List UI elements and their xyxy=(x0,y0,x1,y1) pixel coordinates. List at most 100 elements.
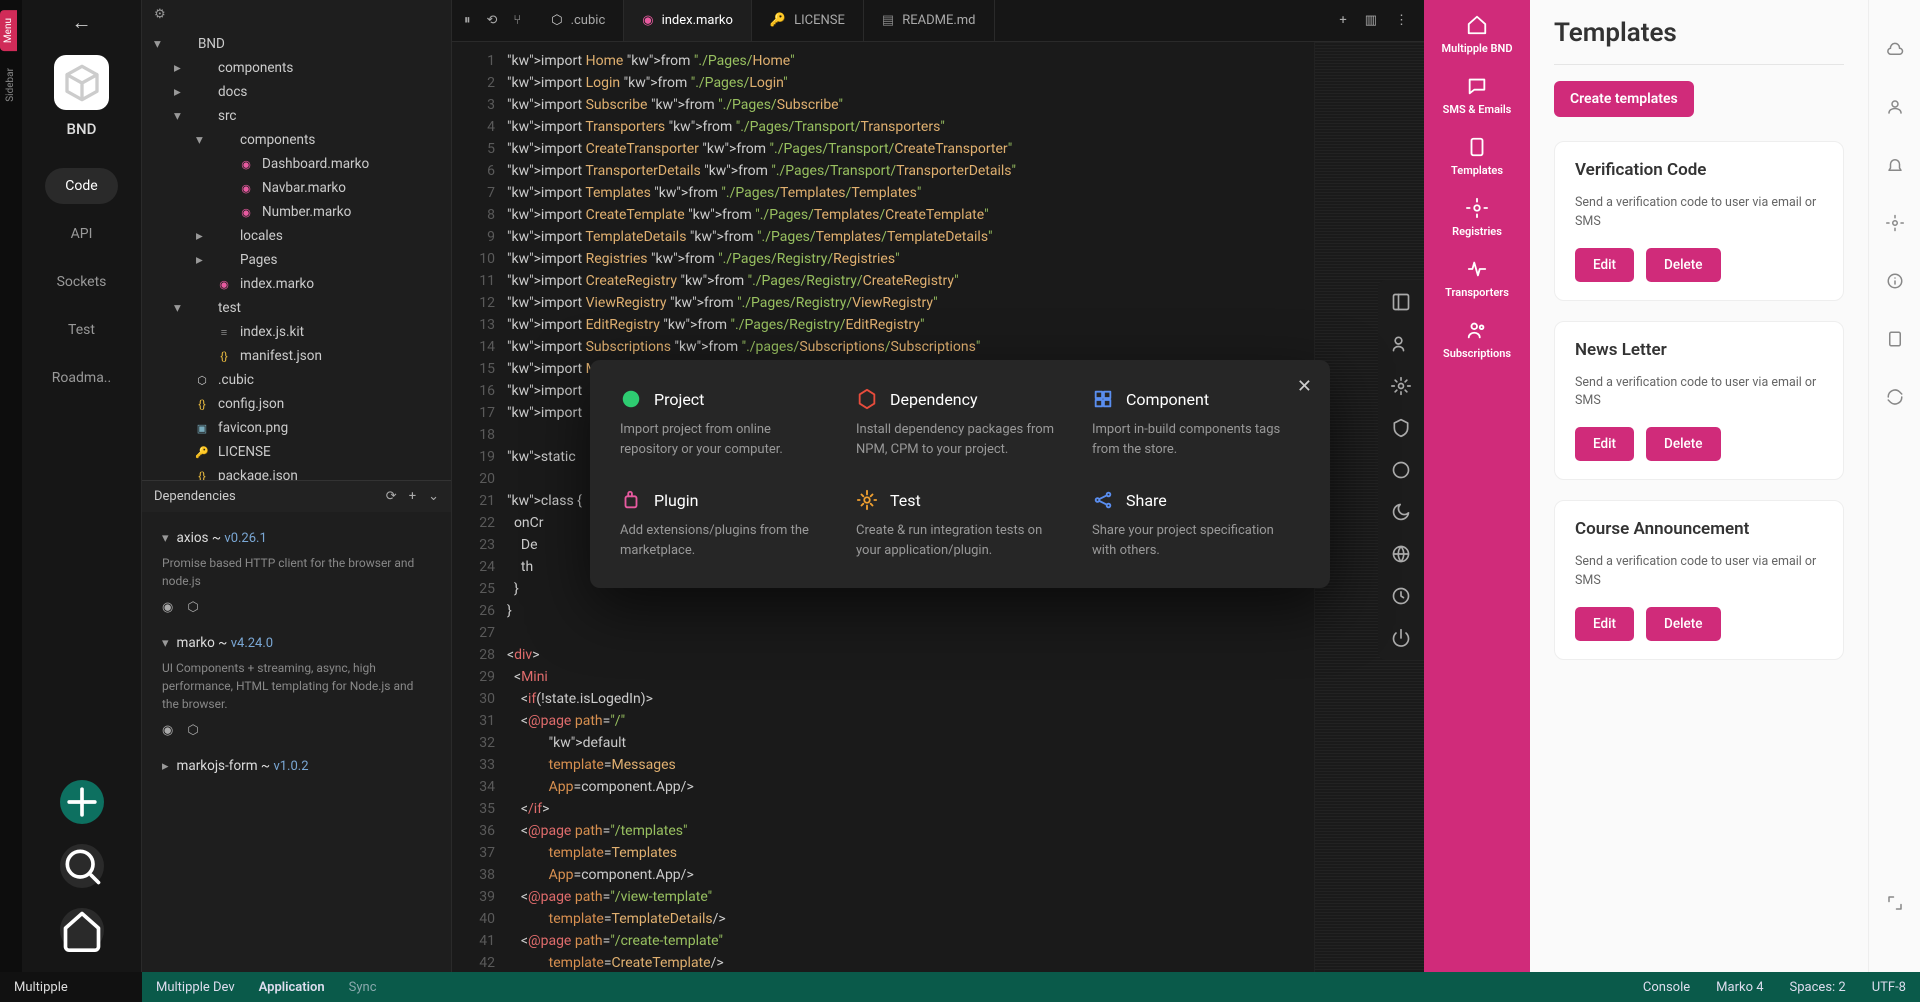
tree-item[interactable]: {}config.json xyxy=(142,392,451,416)
tab-README.md[interactable]: ▤README.md xyxy=(864,0,995,41)
home-fab[interactable] xyxy=(60,908,104,952)
delete-button[interactable]: Delete xyxy=(1646,607,1720,641)
branch-icon[interactable]: ⑂ xyxy=(513,13,521,28)
delete-button[interactable]: Delete xyxy=(1646,248,1720,282)
status-item[interactable]: Sync xyxy=(349,980,377,995)
panel-icon[interactable] xyxy=(1391,292,1411,312)
popup-dependency[interactable]: DependencyInstall dependency packages fr… xyxy=(856,388,1064,459)
package-icon[interactable]: ⬡ xyxy=(187,723,198,738)
info-icon[interactable] xyxy=(1886,272,1904,290)
popup-project[interactable]: PProjectImport project from online repos… xyxy=(620,388,828,459)
tree-item[interactable]: 🔑LICENSE xyxy=(142,440,451,464)
popup-component[interactable]: ComponentImport in-build components tags… xyxy=(1092,388,1300,459)
more-icon[interactable]: ⋮ xyxy=(1395,13,1408,28)
tree-item[interactable]: ◉index.marko xyxy=(142,272,451,296)
dependency-item[interactable]: ▾axios ~ v0.26.1Promise based HTTP clien… xyxy=(142,520,451,625)
doc-icon[interactable] xyxy=(1886,330,1904,348)
add-fab[interactable] xyxy=(60,780,104,824)
nav-test[interactable]: Test xyxy=(48,312,115,348)
tab-index.marko[interactable]: ◉index.marko xyxy=(624,0,752,41)
popup-share[interactable]: ShareShare your project specification wi… xyxy=(1092,489,1300,560)
appnav-registries[interactable]: Registries xyxy=(1452,197,1502,238)
popup-plugin[interactable]: PluginAdd extensions/plugins from the ma… xyxy=(620,489,828,560)
tree-item[interactable]: ▸Pages xyxy=(142,248,451,272)
back-button[interactable]: ← xyxy=(72,10,92,35)
menu-tab[interactable]: Menu xyxy=(0,10,17,51)
edit-button[interactable]: Edit xyxy=(1575,607,1634,641)
edit-button[interactable]: Edit xyxy=(1575,248,1634,282)
card-title: News Letter xyxy=(1575,340,1823,360)
status-project[interactable]: Multipple xyxy=(0,972,142,1002)
plus-icon[interactable]: + xyxy=(409,489,416,504)
appnav-sms-emails[interactable]: SMS & Emails xyxy=(1443,75,1512,116)
popup-test[interactable]: TestCreate & run integration tests on yo… xyxy=(856,489,1064,560)
expand-icon[interactable] xyxy=(1886,894,1904,912)
appnav-templates[interactable]: Templates xyxy=(1451,136,1503,177)
nav-api[interactable]: API xyxy=(51,216,113,252)
create-templates-button[interactable]: Create templates xyxy=(1554,81,1694,117)
sidebar-tab[interactable]: Sidebar xyxy=(2,60,19,110)
delete-button[interactable]: Delete xyxy=(1646,427,1720,461)
nav-roadmap[interactable]: Roadma.. xyxy=(32,360,131,396)
tree-item[interactable]: ▸docs xyxy=(142,80,451,104)
nav-code[interactable]: Code xyxy=(45,168,117,204)
appnav-multipple-bnd[interactable]: Multipple BND xyxy=(1442,14,1513,55)
close-icon[interactable]: ✕ xyxy=(1297,376,1312,397)
people-icon[interactable] xyxy=(1391,334,1411,354)
restart-icon[interactable]: ⟲ xyxy=(487,13,498,28)
shield-icon[interactable] xyxy=(1391,418,1411,438)
tree-item[interactable]: {}package.json xyxy=(142,464,451,480)
dependency-item[interactable]: ▸markojs-form ~ v1.0.2 xyxy=(142,748,451,784)
dependencies-header[interactable]: Dependencies ⟳ + ⌄ xyxy=(142,480,451,512)
package-icon[interactable]: ⬡ xyxy=(187,600,198,615)
split-icon[interactable]: ▥ xyxy=(1365,13,1377,28)
status-item[interactable]: Console xyxy=(1643,980,1690,995)
pause-icon[interactable]: ⏸ xyxy=(464,13,471,28)
tree-item[interactable]: ▸locales xyxy=(142,224,451,248)
history-icon[interactable] xyxy=(1391,586,1411,606)
status-item[interactable]: Multipple Dev xyxy=(156,980,235,995)
search-fab[interactable] xyxy=(60,844,104,888)
github-icon[interactable]: ◉ xyxy=(162,723,173,738)
tree-item[interactable]: ◉Number.marko xyxy=(142,200,451,224)
tree-item[interactable]: ◉Navbar.marko xyxy=(142,176,451,200)
tree-item[interactable]: ⬡.cubic xyxy=(142,368,451,392)
nav-sockets[interactable]: Sockets xyxy=(37,264,127,300)
tree-item[interactable]: ▾components xyxy=(142,128,451,152)
tree-item[interactable]: ▸components xyxy=(142,56,451,80)
dependency-item[interactable]: ▾marko ~ v4.24.0UI Components + streamin… xyxy=(142,625,451,748)
tree-item[interactable]: {}manifest.json xyxy=(142,344,451,368)
power-icon[interactable] xyxy=(1391,628,1411,648)
edit-button[interactable]: Edit xyxy=(1575,427,1634,461)
tree-item[interactable]: ▾src xyxy=(142,104,451,128)
tree-item[interactable]: ≡index.js.kit xyxy=(142,320,451,344)
user-icon[interactable] xyxy=(1886,98,1904,116)
globe-icon[interactable] xyxy=(1391,544,1411,564)
moon-icon[interactable] xyxy=(1391,502,1411,522)
settings-icon[interactable] xyxy=(1886,214,1904,232)
palette-icon[interactable] xyxy=(1391,460,1411,480)
cloud-icon[interactable] xyxy=(1886,40,1904,58)
tree-item[interactable]: ▾test xyxy=(142,296,451,320)
status-item[interactable]: Spaces: 2 xyxy=(1790,980,1846,995)
tree-item[interactable]: ▾BND xyxy=(142,32,451,56)
file-tree: ▾BND▸components▸docs▾src▾components◉Dash… xyxy=(142,28,451,480)
tab-.cubic[interactable]: ⬡.cubic xyxy=(533,0,624,41)
gear-icon[interactable] xyxy=(1391,376,1411,396)
tab-LICENSE[interactable]: 🔑LICENSE xyxy=(752,0,864,41)
refresh-icon[interactable]: ⟳ xyxy=(386,489,397,504)
appnav-transporters[interactable]: Transporters xyxy=(1445,258,1509,299)
tree-item[interactable]: ▣favicon.png xyxy=(142,416,451,440)
new-tab-icon[interactable]: + xyxy=(1339,13,1346,28)
status-item[interactable]: UTF-8 xyxy=(1872,980,1906,995)
github-icon[interactable]: ◉ xyxy=(162,600,173,615)
status-item[interactable]: Marko 4 xyxy=(1716,980,1763,995)
bell-icon[interactable] xyxy=(1886,156,1904,174)
status-item[interactable]: Application xyxy=(259,980,325,995)
refresh-icon[interactable] xyxy=(1886,388,1904,406)
tree-item[interactable]: ◉Dashboard.marko xyxy=(142,152,451,176)
project-logo[interactable] xyxy=(54,55,109,110)
chevron-down-icon[interactable]: ⌄ xyxy=(428,489,439,504)
appnav-subscriptions[interactable]: Subscriptions xyxy=(1443,319,1511,360)
gear-icon[interactable]: ⚙ xyxy=(154,7,166,22)
